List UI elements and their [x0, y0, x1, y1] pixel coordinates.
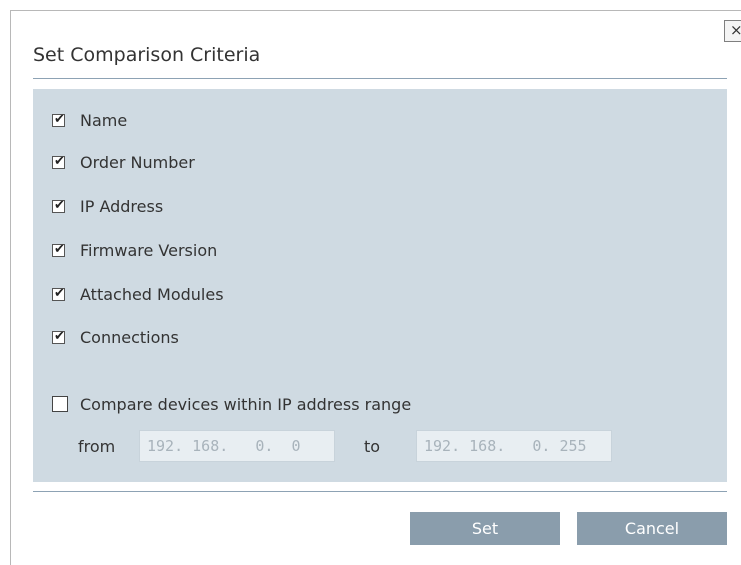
criterion-label: Attached Modules	[80, 284, 224, 304]
criterion-ip-address[interactable]: ✔ IP Address	[52, 196, 163, 216]
criterion-label: Firmware Version	[80, 240, 218, 260]
close-button[interactable]: ×	[724, 20, 741, 42]
to-label: to	[364, 436, 381, 456]
cancel-button[interactable]: Cancel	[577, 512, 727, 545]
title-divider	[33, 78, 727, 79]
ip-range-option[interactable]: Compare devices within IP address range	[52, 394, 411, 414]
checkbox-name[interactable]: ✔	[52, 111, 65, 127]
set-button[interactable]: Set	[410, 512, 560, 545]
ip-from-field[interactable]: 192. 168. 0. 0	[139, 430, 335, 462]
check-icon: ✔	[54, 328, 65, 344]
criterion-label: Connections	[80, 327, 179, 347]
checkbox-connections[interactable]: ✔	[52, 328, 65, 344]
checkbox-ip-range[interactable]	[52, 396, 68, 412]
check-icon: ✔	[54, 285, 65, 301]
footer-divider	[33, 491, 727, 492]
check-icon: ✔	[54, 241, 65, 257]
ip-range-inputs: from 192. 168. 0. 0 to 192. 168. 0. 255	[78, 430, 612, 462]
check-icon: ✔	[54, 153, 65, 169]
close-icon: ×	[730, 21, 741, 39]
checkbox-order-number[interactable]: ✔	[52, 153, 65, 169]
ip-to-field[interactable]: 192. 168. 0. 255	[416, 430, 612, 462]
checkbox-firmware-version[interactable]: ✔	[52, 241, 65, 257]
checkbox-ip-address[interactable]: ✔	[52, 197, 65, 213]
criterion-order-number[interactable]: ✔ Order Number	[52, 152, 195, 172]
criterion-attached-modules[interactable]: ✔ Attached Modules	[52, 284, 224, 304]
ip-range-label: Compare devices within IP address range	[80, 394, 412, 414]
check-icon: ✔	[54, 111, 65, 127]
criterion-label: IP Address	[80, 196, 164, 216]
check-icon: ✔	[54, 197, 65, 213]
criterion-name[interactable]: ✔ Name	[52, 110, 127, 130]
from-label: from	[78, 436, 116, 456]
criterion-label: Name	[80, 110, 128, 130]
criterion-label: Order Number	[80, 152, 195, 172]
criterion-firmware-version[interactable]: ✔ Firmware Version	[52, 240, 217, 260]
criterion-connections[interactable]: ✔ Connections	[52, 327, 179, 347]
dialog-title: Set Comparison Criteria	[33, 44, 261, 66]
checkbox-attached-modules[interactable]: ✔	[52, 285, 65, 301]
